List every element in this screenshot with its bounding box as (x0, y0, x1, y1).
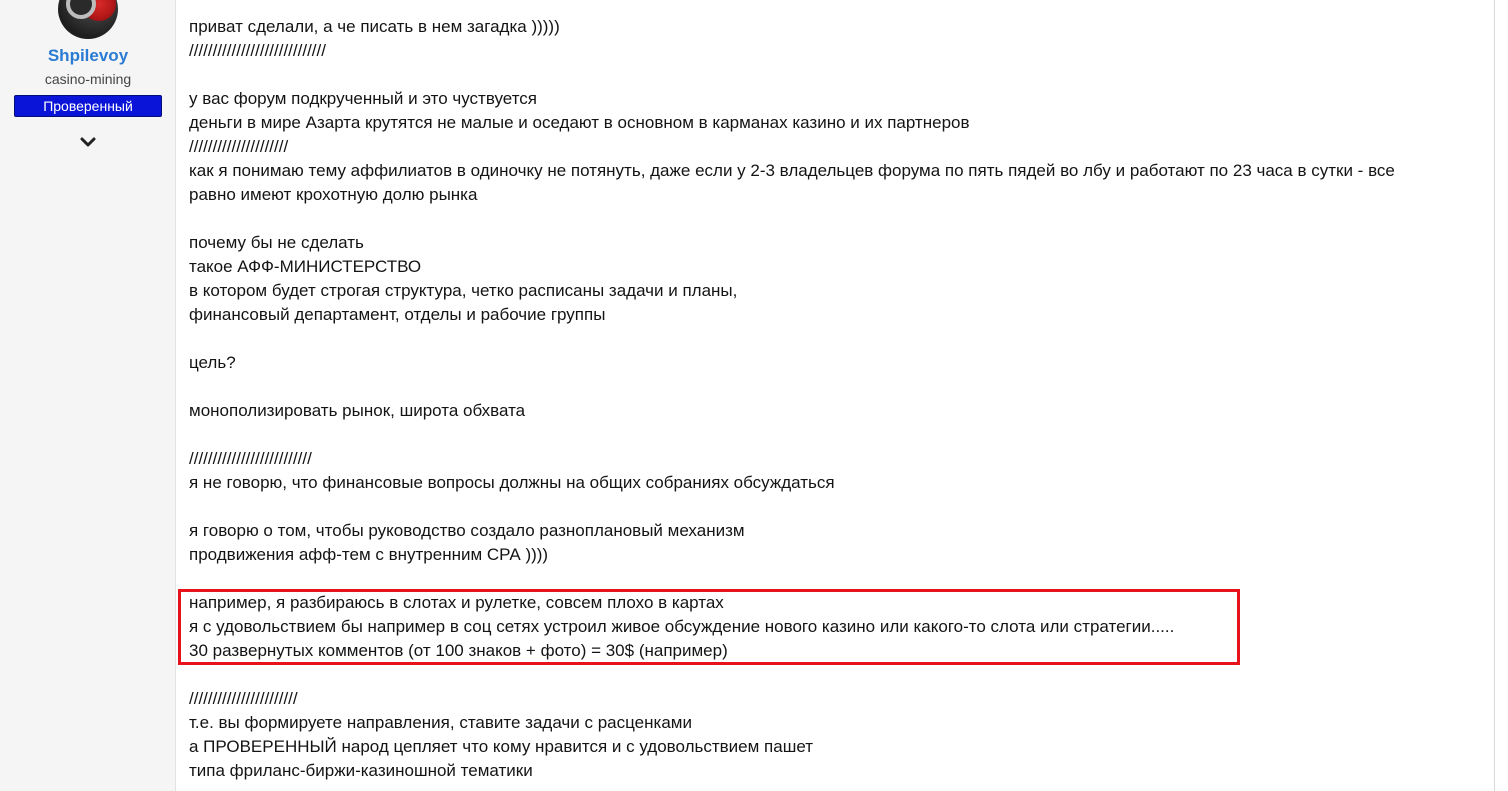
forum-post: Shpilevoy casino-mining Проверенный прив… (0, 0, 1495, 791)
post-text-line (189, 375, 1469, 399)
post-text-line: т.е. вы формируете направления, ставите … (189, 713, 692, 732)
username-link[interactable]: Shpilevoy (0, 46, 176, 66)
post-text-line: я говорю о том, чтобы руководство создал… (189, 521, 745, 540)
user-info-column: Shpilevoy casino-mining Проверенный (0, 0, 176, 791)
post-text-line: финансовый департамент, отделы и рабочие… (189, 305, 606, 324)
user-title: casino-mining (44, 71, 132, 87)
post-text-line: равно имеют крохотную долю рынка (189, 185, 478, 204)
post-text-line (189, 423, 1469, 447)
post-text-line: как я понимаю тему аффилиатов в одиночку… (189, 161, 1395, 180)
post-text-line: цель? (189, 353, 236, 372)
post-text-line: я не говорю, что финансовые вопросы долж… (189, 473, 835, 492)
post-text-line (189, 63, 1469, 87)
post-text-line: приват сделали, а че писать в нем загадк… (189, 17, 560, 36)
post-text-line: /////////////////////// (189, 689, 298, 708)
user-avatar[interactable] (58, 0, 118, 39)
post-text-line: у вас форум подкрученный и это чуствуетс… (189, 89, 538, 108)
post-text-line: продвижения афф-тем с внутренним СРА )))… (189, 545, 549, 564)
post-text-line: ///////////////////////////// (189, 41, 326, 60)
post-text-line: типа фриланс-биржи-казиношной тематики (189, 761, 533, 780)
post-text-line (189, 327, 1469, 351)
forum-post-view: Shpilevoy casino-mining Проверенный прив… (0, 0, 1508, 791)
highlight-annotation-box (178, 589, 1240, 665)
post-text-line: такое АФФ-МИНИСТЕРСТВО (189, 257, 422, 276)
post-text-line: ///////////////////// (189, 137, 289, 156)
page-scrollbar[interactable] (1495, 0, 1508, 791)
post-text-line (189, 495, 1469, 519)
post-text-line (189, 567, 1469, 591)
post-text-line: ////////////////////////// (189, 449, 312, 468)
post-text-line: в котором будет строгая структура, четко… (189, 281, 738, 300)
post-text-line (189, 663, 1469, 687)
post-text-line: деньги в мире Азарта крутятся не малые и… (189, 113, 970, 132)
chevron-down-icon[interactable] (79, 133, 97, 151)
post-text-line: почему бы не сделать (189, 233, 364, 252)
post-body: приват сделали, а че писать в нем загадк… (189, 15, 1469, 783)
user-group-badge: Проверенный (14, 95, 162, 117)
post-text-line: а ПРОВЕРЕННЫЙ народ цепляет что кому нра… (189, 737, 814, 756)
post-text-line: монополизировать рынок, широта обхвата (189, 401, 526, 420)
post-text-line (189, 207, 1469, 231)
